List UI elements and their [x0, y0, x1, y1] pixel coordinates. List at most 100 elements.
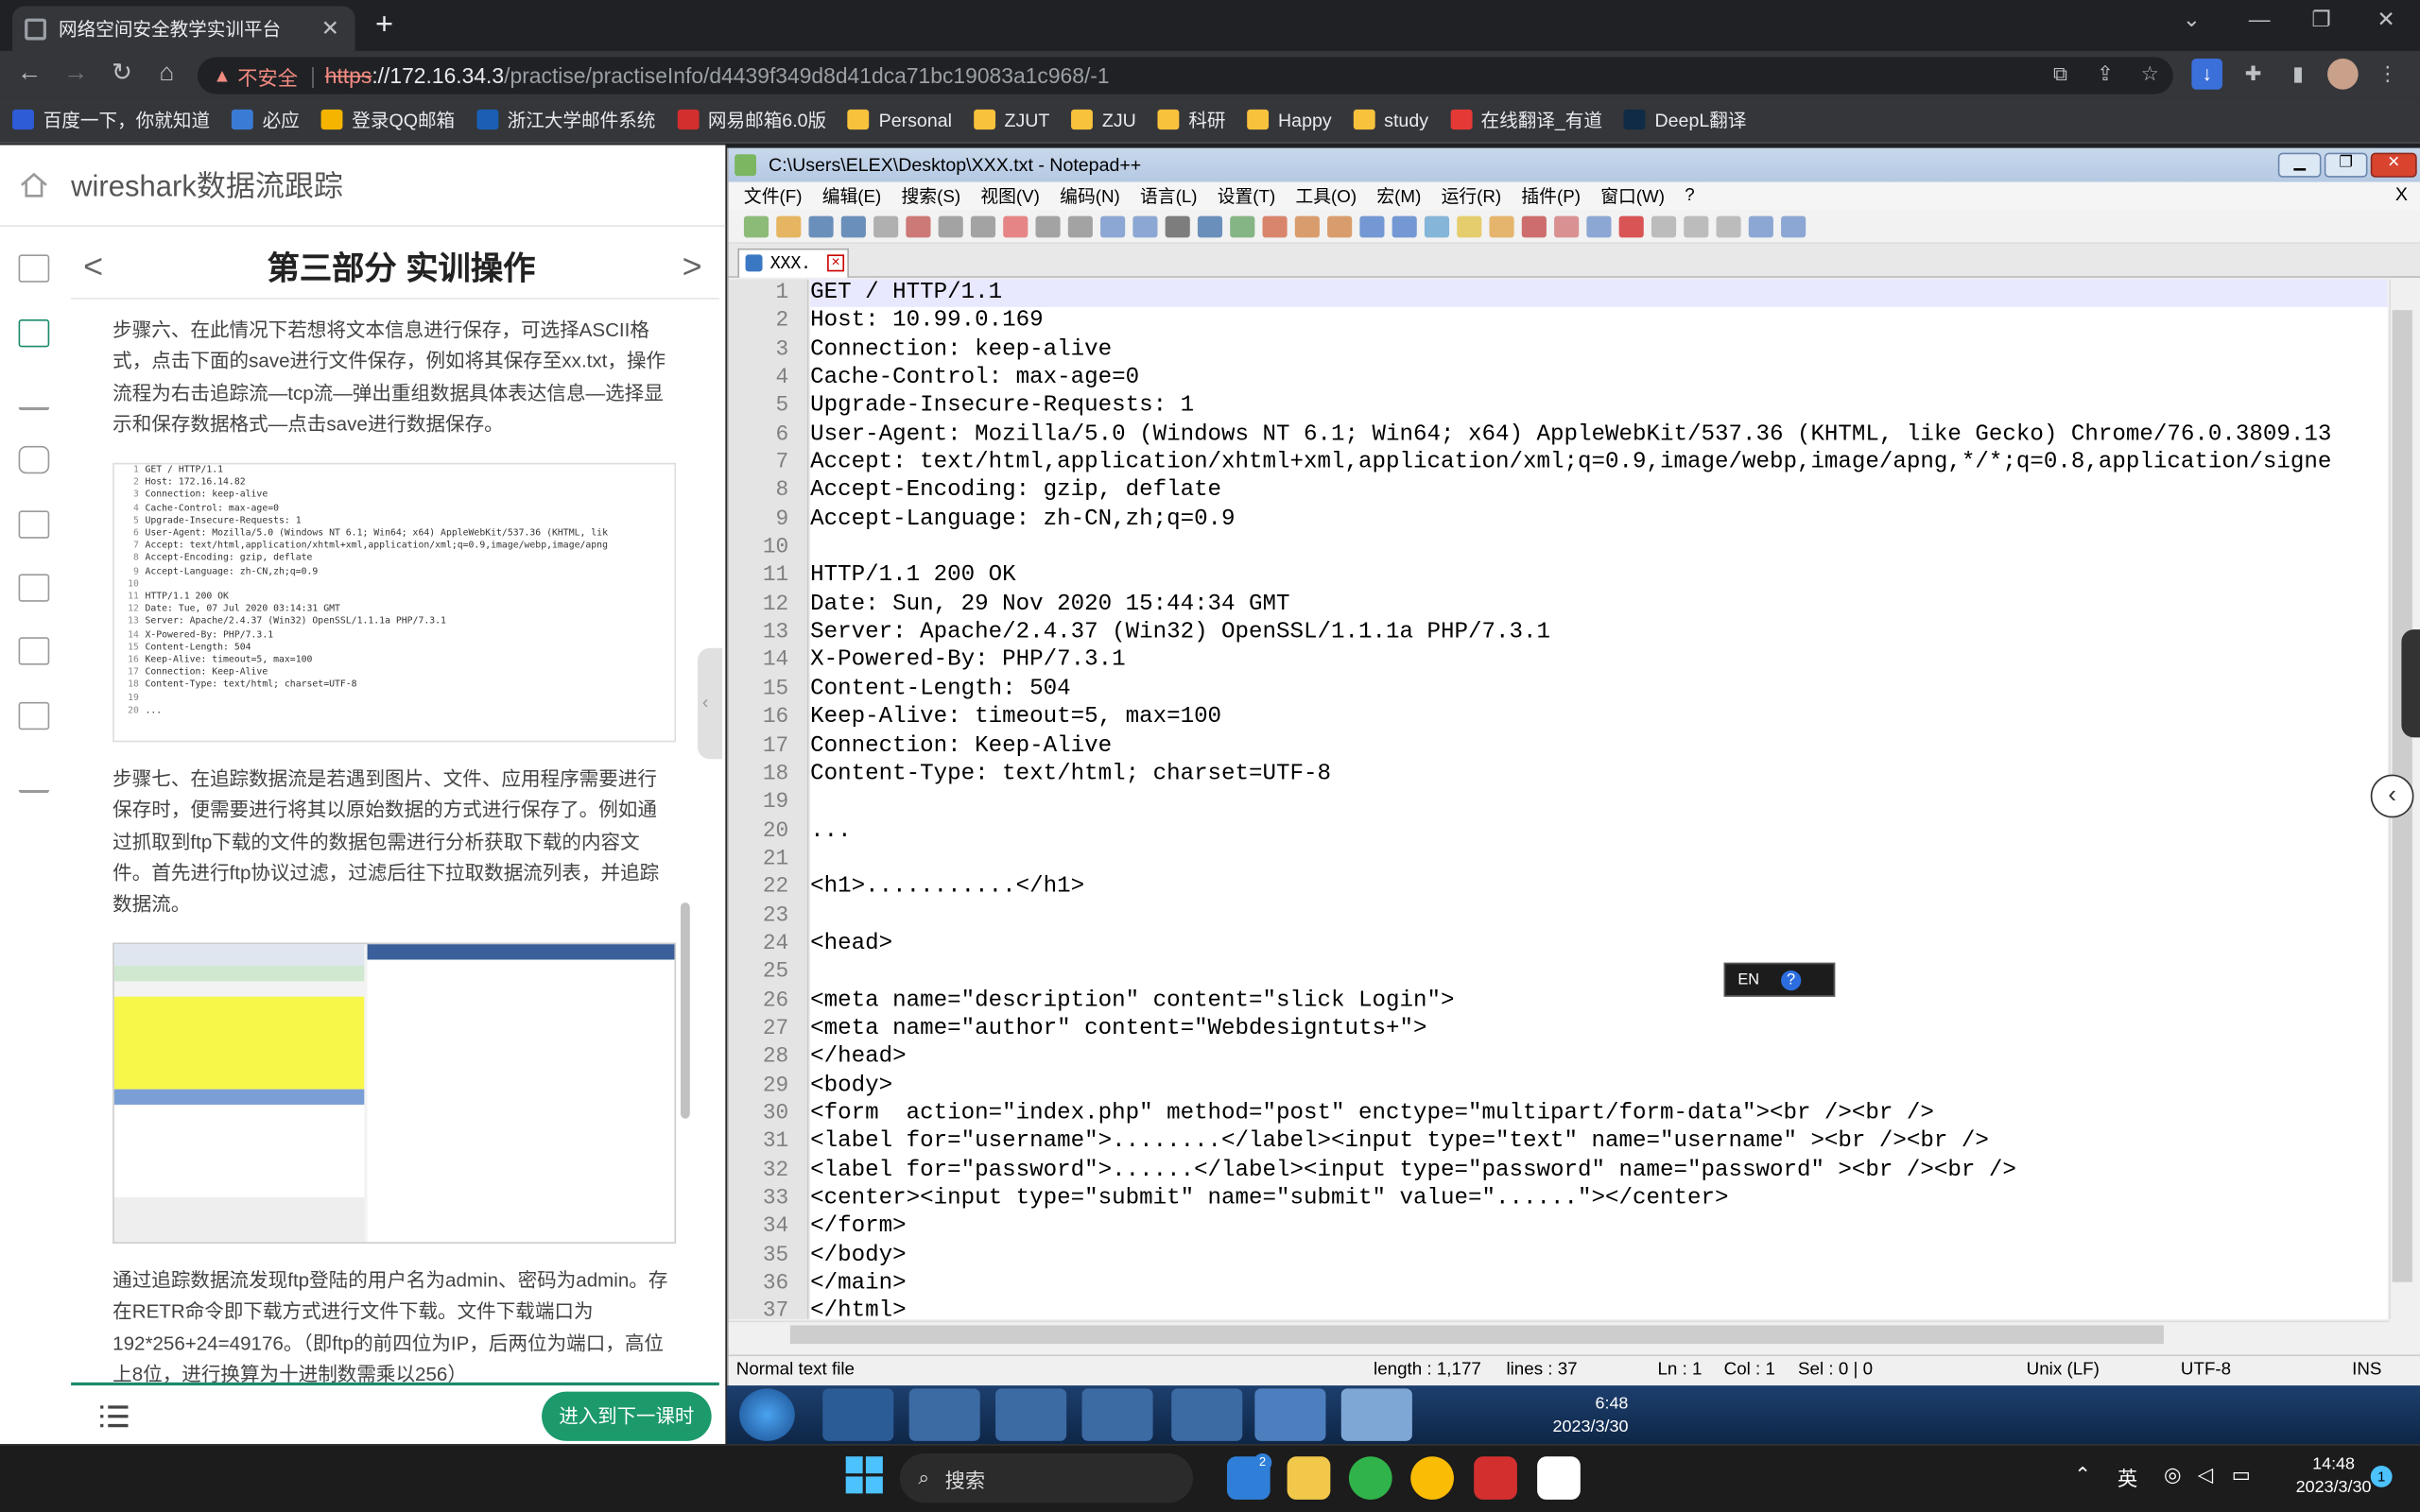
- menu-item[interactable]: 工具(O): [1296, 183, 1357, 208]
- toolbar-button-icon[interactable]: [1327, 215, 1353, 237]
- menu-item[interactable]: 宏(M): [1376, 183, 1421, 208]
- editor-line[interactable]: X-Powered-By: PHP/7.3.1: [810, 647, 2388, 676]
- bookmark-item[interactable]: 在线翻译_有道: [1449, 107, 1602, 133]
- bookmark-item[interactable]: DeepL翻译: [1623, 107, 1746, 133]
- editor-line[interactable]: </head>: [810, 1043, 2388, 1072]
- install-app-icon[interactable]: ⧉: [2045, 59, 2076, 90]
- toolbar-button-icon[interactable]: [1197, 215, 1223, 237]
- menu-item[interactable]: 窗口(W): [1600, 183, 1665, 208]
- ime-indicator[interactable]: 英: [2118, 1463, 2137, 1492]
- bookmark-item[interactable]: ZJUT: [973, 109, 1049, 130]
- toolbar-button-icon[interactable]: [1132, 215, 1158, 237]
- back-circle-icon[interactable]: ‹: [2370, 774, 2414, 818]
- next-lesson-button[interactable]: 进入到下一课时: [542, 1391, 712, 1441]
- menu-item[interactable]: 文件(F): [744, 183, 803, 208]
- toolbar-button-icon[interactable]: [1748, 215, 1773, 237]
- editor-line[interactable]: <label for="username">........</label><i…: [810, 1128, 2388, 1157]
- editor-line[interactable]: Connection: Keep-Alive: [810, 732, 2388, 761]
- toolbar-button-icon[interactable]: [840, 215, 866, 237]
- home-icon[interactable]: ⌂: [149, 57, 183, 91]
- clipboard-icon[interactable]: [18, 510, 50, 539]
- media-player-icon[interactable]: [995, 1388, 1067, 1441]
- editor-line[interactable]: [810, 534, 2388, 562]
- extensions-puzzle-icon[interactable]: ✚: [2238, 59, 2269, 90]
- bookmark-item[interactable]: 科研: [1157, 107, 1226, 133]
- editor-line[interactable]: Date: Sun, 29 Nov 2020 15:44:34 GMT: [810, 591, 2388, 619]
- toolbar-button-icon[interactable]: [873, 215, 899, 237]
- previous-icon[interactable]: [18, 574, 50, 602]
- close-doc-icon[interactable]: X: [2395, 183, 2408, 205]
- list-icon[interactable]: [18, 701, 50, 730]
- toolbar-button-icon[interactable]: [1392, 215, 1417, 237]
- editor-line[interactable]: [810, 958, 2388, 987]
- toolbar-button-icon[interactable]: [1457, 215, 1482, 237]
- minimize-icon[interactable]: —: [2229, 7, 2290, 38]
- ime-language-bar[interactable]: EN ?: [1723, 962, 1836, 997]
- editor-line[interactable]: Accept-Encoding: gzip, deflate: [810, 477, 2388, 506]
- bookmark-star-icon[interactable]: ☆: [2135, 59, 2166, 90]
- extension-download-icon[interactable]: ↓: [2191, 59, 2223, 90]
- editor-line[interactable]: [810, 845, 2388, 873]
- toolbar-button-icon[interactable]: [1651, 215, 1677, 237]
- editor-line[interactable]: HTTP/1.1 200 OK: [810, 562, 2388, 591]
- catalog-icon[interactable]: [18, 254, 50, 283]
- tab-close-icon[interactable]: ✕: [318, 15, 342, 42]
- volume-icon[interactable]: ◁: [2198, 1463, 2213, 1487]
- tray-overflow-icon[interactable]: ⌃: [2074, 1463, 2091, 1487]
- editor-line[interactable]: User-Agent: Mozilla/5.0 (Windows NT 6.1;…: [810, 421, 2388, 449]
- network-icon[interactable]: ◎: [2164, 1463, 2182, 1487]
- menu-item[interactable]: 视图(V): [980, 183, 1040, 208]
- editor-line[interactable]: Cache-Control: max-age=0: [810, 364, 2388, 392]
- bookmark-item[interactable]: 必应: [231, 107, 300, 133]
- comment-icon[interactable]: [18, 445, 50, 474]
- toolbar-button-icon[interactable]: [1100, 215, 1126, 237]
- toolbar-button-icon[interactable]: [1781, 215, 1806, 237]
- minimize-icon[interactable]: ▁: [2277, 152, 2322, 178]
- editor-line[interactable]: Upgrade-Insecure-Requests: 1: [810, 392, 2388, 421]
- editor-line[interactable]: Connection: keep-alive: [810, 335, 2388, 364]
- toolbar-button-icon[interactable]: [1521, 215, 1547, 237]
- toolbar-button-icon[interactable]: [1262, 215, 1288, 237]
- toolbar-button-icon[interactable]: [1003, 215, 1028, 237]
- wechat-icon[interactable]: [1348, 1456, 1392, 1500]
- toolbar-button-icon[interactable]: [743, 215, 769, 237]
- collapse-handle[interactable]: ‹: [697, 647, 723, 760]
- close-window-icon[interactable]: ✕: [2355, 7, 2416, 38]
- file-explorer-icon[interactable]: [1287, 1456, 1331, 1500]
- toolbar-button-icon[interactable]: [970, 215, 996, 237]
- editor-line[interactable]: </main>: [810, 1270, 2388, 1298]
- toolbar-button-icon[interactable]: [1230, 215, 1255, 237]
- menu-item[interactable]: 编码(N): [1060, 183, 1120, 208]
- menu-kebab-icon[interactable]: ⋮: [2372, 59, 2403, 90]
- toolbar-button-icon[interactable]: [938, 215, 963, 237]
- toolbar-button-icon[interactable]: [906, 215, 931, 237]
- toolbar-button-icon[interactable]: [1067, 215, 1093, 237]
- bookmark-item[interactable]: study: [1353, 109, 1428, 130]
- editor-line[interactable]: <meta name="author" content="Webdesigntu…: [810, 1015, 2388, 1043]
- back-icon[interactable]: ←: [12, 57, 46, 91]
- editor-line[interactable]: GET / HTTP/1.1: [810, 279, 2388, 308]
- bookmark-item[interactable]: ZJU: [1071, 109, 1136, 130]
- menu-item[interactable]: 语言(L): [1140, 183, 1198, 208]
- menu-item[interactable]: 编辑(E): [822, 183, 882, 208]
- editor-line[interactable]: <h1>...........</h1>: [810, 873, 2388, 902]
- toolbar-button-icon[interactable]: [1035, 215, 1061, 237]
- toolbar-button-icon[interactable]: [776, 215, 802, 237]
- reload-icon[interactable]: ↻: [105, 57, 139, 91]
- editor-line[interactable]: Content-Type: text/html; charset=UTF-8: [810, 761, 2388, 789]
- editor-line[interactable]: <label for="password">......</label><inp…: [810, 1157, 2388, 1185]
- bookmark-item[interactable]: 登录QQ邮箱: [320, 107, 455, 133]
- network-icon[interactable]: [1171, 1388, 1243, 1441]
- editor-line[interactable]: </body>: [810, 1242, 2388, 1270]
- taskbar-clock[interactable]: 14:48 2023/3/30: [2284, 1453, 2382, 1500]
- editor-line[interactable]: <center><input type="submit" name="submi…: [810, 1185, 2388, 1213]
- notion-icon[interactable]: [1537, 1456, 1581, 1500]
- editor-line[interactable]: [810, 902, 2388, 930]
- editor-line[interactable]: Accept: text/html,application/xhtml+xml,…: [810, 449, 2388, 477]
- toolbar-button-icon[interactable]: [1489, 215, 1514, 237]
- menu-item[interactable]: 搜索(S): [902, 183, 961, 208]
- menu-item[interactable]: ?: [1685, 187, 1694, 206]
- page-scrollbar[interactable]: [680, 902, 690, 1119]
- editor-line[interactable]: <form action="index.php" method="post" e…: [810, 1100, 2388, 1128]
- notepadpp-icon[interactable]: [1340, 1388, 1412, 1441]
